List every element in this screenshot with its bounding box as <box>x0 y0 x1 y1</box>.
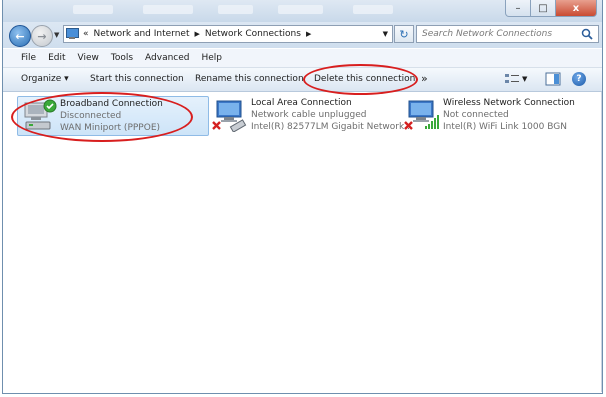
menu-file[interactable]: File <box>15 53 42 63</box>
forward-button[interactable]: → <box>31 25 53 47</box>
title-bar-blur <box>143 5 193 14</box>
connection-wireless[interactable]: Wireless Network Connection Not connecte… <box>401 96 596 134</box>
forward-arrow-icon: → <box>37 29 47 43</box>
wired-network-icon <box>212 100 247 132</box>
menu-tools[interactable]: Tools <box>105 53 139 63</box>
menu-help[interactable]: Help <box>196 53 229 63</box>
address-bar[interactable]: « Network and Internet ▶ Network Connect… <box>63 25 393 43</box>
network-folder-icon <box>66 28 80 40</box>
back-button[interactable]: ← <box>9 25 31 47</box>
breadcrumb-separator-icon[interactable]: ▶ <box>306 30 311 38</box>
close-button[interactable]: x <box>556 0 597 17</box>
address-row: ← → ▼ « Network and Internet ▶ Network C… <box>3 22 602 48</box>
connection-text: Wireless Network Connection Not connecte… <box>443 97 575 133</box>
refresh-icon: ↻ <box>399 27 409 41</box>
more-commands-button[interactable]: » <box>421 72 428 85</box>
delete-connection-button[interactable]: Delete this connection <box>314 74 415 84</box>
content-border <box>601 92 602 392</box>
command-bar: Organize ▾ Start this connection Rename … <box>3 68 602 92</box>
breadcrumb-overflow[interactable]: « <box>83 29 89 39</box>
wireless-network-icon <box>404 100 439 130</box>
menu-bar: File Edit View Tools Advanced Help <box>3 49 602 68</box>
connection-status: Disconnected <box>60 111 122 121</box>
menu-view[interactable]: View <box>72 53 105 63</box>
broadband-modem-icon <box>24 99 57 130</box>
connection-text: Local Area Connection Network cable unpl… <box>251 97 413 133</box>
title-bar-blur <box>218 5 253 14</box>
connection-name: Wireless Network Connection <box>443 98 575 108</box>
connection-adapter: Intel(R) WiFi Link 1000 BGN <box>443 122 567 132</box>
back-arrow-icon: ← <box>15 29 25 43</box>
title-bar-blur <box>353 5 393 14</box>
network-connections-window: – □ x ← → ▼ « Network and Internet ▶ Net… <box>2 0 603 394</box>
connection-broadband[interactable]: Broadband Connection Disconnected WAN Mi… <box>17 96 209 136</box>
refresh-button[interactable]: ↻ <box>394 25 414 43</box>
minimize-button[interactable]: – <box>505 0 531 17</box>
connection-status: Not connected <box>443 110 509 120</box>
menu-edit[interactable]: Edit <box>42 53 71 63</box>
search-input[interactable]: Search Network Connections <box>416 25 599 43</box>
rename-connection-button[interactable]: Rename this connection <box>195 74 304 84</box>
connection-local-area[interactable]: Local Area Connection Network cable unpl… <box>209 96 413 134</box>
preview-pane-icon[interactable] <box>545 72 561 86</box>
change-view-icon[interactable] <box>504 72 520 86</box>
connection-adapter: WAN Miniport (PPPOE) <box>60 123 161 133</box>
view-options-dropdown-icon[interactable]: ▼ <box>522 75 527 83</box>
connection-name: Local Area Connection <box>251 98 352 108</box>
help-icon[interactable]: ? <box>572 72 586 86</box>
breadcrumb-network-and-internet[interactable]: Network and Internet <box>94 29 190 39</box>
title-bar-blur <box>278 5 323 14</box>
connection-adapter: Intel(R) 82577LM Gigabit Network... <box>251 122 413 132</box>
recent-pages-dropdown[interactable]: ▼ <box>54 31 59 39</box>
search-placeholder: Search Network Connections <box>422 29 553 39</box>
breadcrumb-separator-icon[interactable]: ▶ <box>194 30 199 38</box>
connection-status: Network cable unplugged <box>251 110 367 120</box>
connection-text: Broadband Connection Disconnected WAN Mi… <box>60 98 163 134</box>
connections-list: Broadband Connection Disconnected WAN Mi… <box>3 92 602 392</box>
maximize-button[interactable]: □ <box>531 0 556 17</box>
window-controls: – □ x <box>505 0 597 17</box>
title-bar: – □ x <box>3 0 602 22</box>
menu-advanced[interactable]: Advanced <box>139 53 195 63</box>
connection-name: Broadband Connection <box>60 99 163 109</box>
organize-button[interactable]: Organize ▾ <box>21 74 69 84</box>
breadcrumb-network-connections[interactable]: Network Connections <box>205 29 301 39</box>
address-dropdown-icon[interactable]: ▼ <box>383 30 388 38</box>
search-icon[interactable] <box>581 28 593 40</box>
start-connection-button[interactable]: Start this connection <box>90 74 184 84</box>
title-bar-blur <box>73 5 113 14</box>
